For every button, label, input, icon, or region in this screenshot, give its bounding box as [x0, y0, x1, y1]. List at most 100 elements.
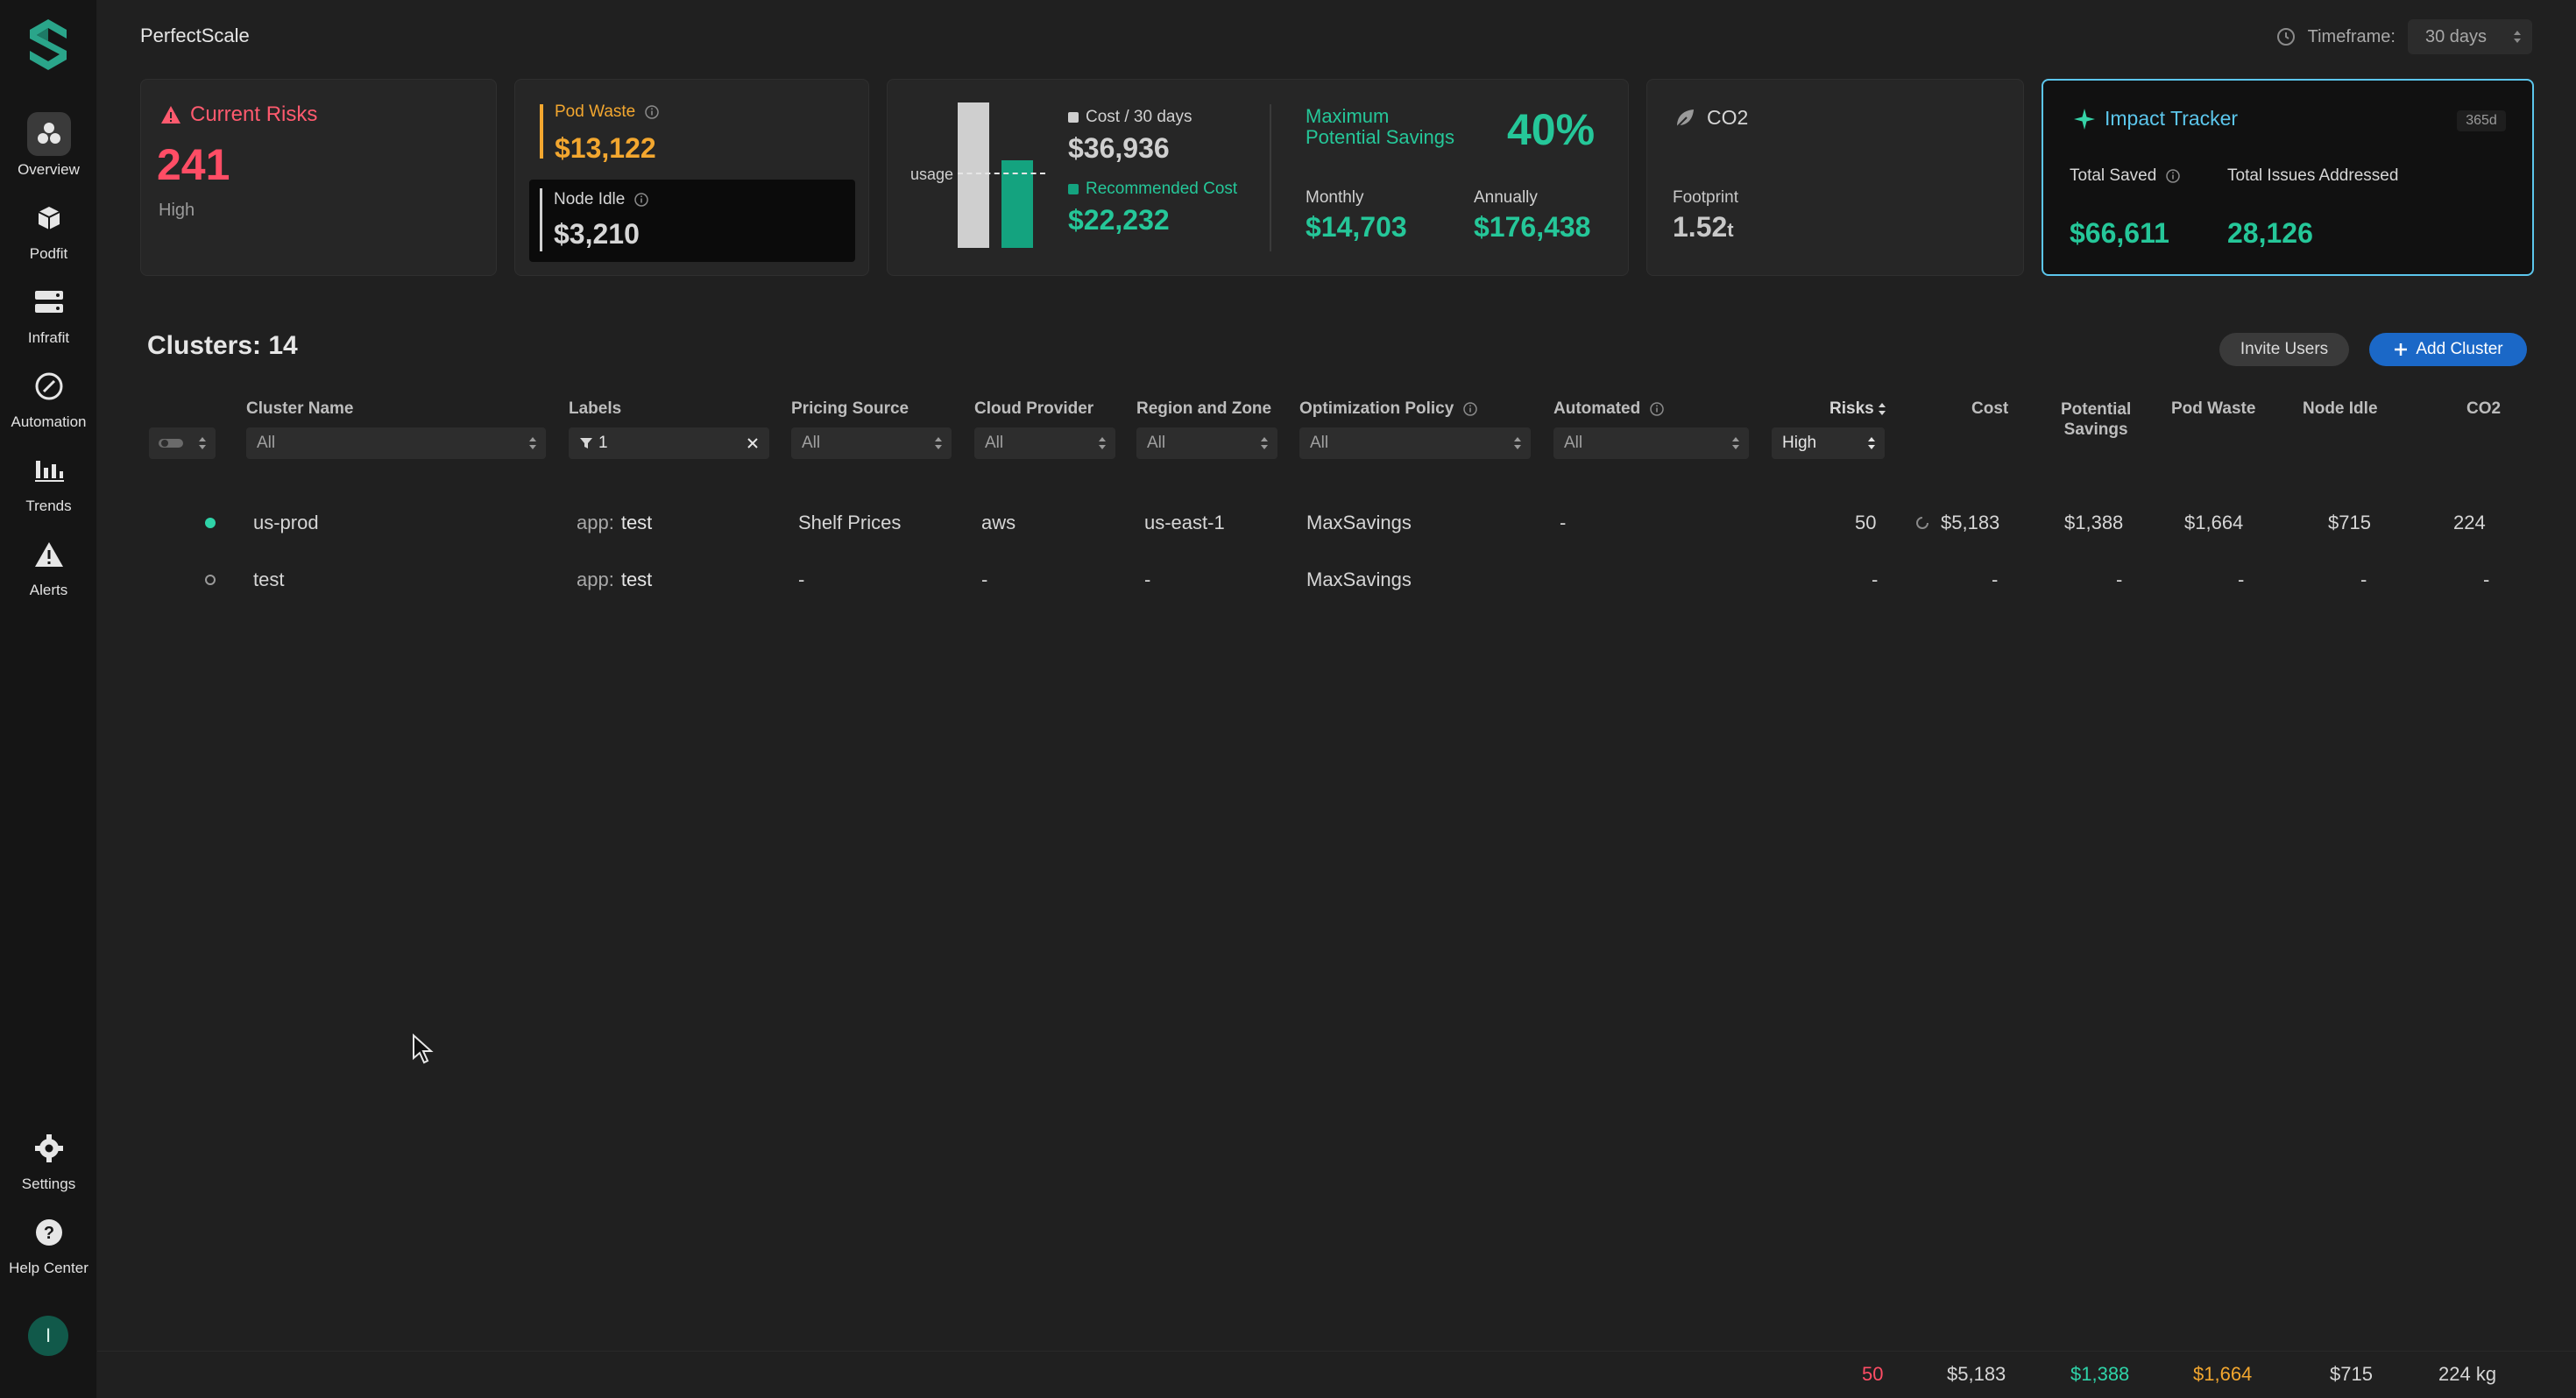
column-header-risks[interactable]: Risks — [1829, 399, 1886, 419]
cost: $5,183 — [1941, 512, 2000, 533]
sidebar-item-podfit[interactable]: Podfit — [0, 196, 97, 270]
column-header-savings[interactable]: Potential Savings — [2061, 399, 2131, 440]
toggle-icon — [159, 439, 183, 448]
sidebar-item-infrafit[interactable]: Infrafit — [0, 280, 97, 354]
table-row[interactable]: test app: test - - - MaxSavings - - - - -… — [147, 558, 2530, 602]
node-idle: - — [2360, 568, 2367, 590]
sort-arrows-icon — [1261, 437, 1268, 449]
total-co2: 224 kg — [2438, 1363, 2497, 1385]
automated-filter[interactable]: All — [1553, 427, 1749, 459]
table-row[interactable]: us-prod app: test Shelf Prices aws us-eas… — [147, 501, 2530, 545]
loading-spinner-icon — [1916, 517, 1928, 529]
optimization-policy-filter[interactable]: All — [1299, 427, 1531, 459]
cluster-labels: app: test — [577, 512, 652, 534]
region-filter[interactable]: All — [1136, 427, 1277, 459]
node-idle-value: $3,210 — [554, 218, 640, 250]
region: us-east-1 — [1144, 512, 1225, 533]
region: - — [1144, 568, 1151, 590]
info-icon[interactable] — [644, 104, 660, 120]
info-icon[interactable] — [2165, 168, 2181, 184]
info-icon[interactable] — [633, 192, 649, 208]
add-cluster-label: Add Cluster — [2416, 340, 2503, 358]
co2-card[interactable]: CO2 Footprint 1.52t — [1646, 79, 2024, 276]
total-node-idle: $715 — [2330, 1363, 2373, 1385]
column-header-automated[interactable]: Automated — [1553, 399, 1665, 419]
sidebar-item-alerts[interactable]: Alerts — [0, 533, 97, 606]
cost-value: $36,936 — [1068, 132, 1170, 164]
cost-savings-card[interactable]: usage Cost / 30 days $36,936 Recommended… — [887, 79, 1629, 276]
pricing-source: Shelf Prices — [798, 512, 902, 533]
sparkle-icon — [2074, 108, 2095, 130]
issues-addressed-value: 28,126 — [2227, 217, 2313, 249]
timeframe-select[interactable]: 30 days — [2408, 19, 2532, 54]
column-header-name[interactable]: Cluster Name — [246, 399, 354, 419]
bar-chart-icon — [27, 448, 71, 492]
current-risks-card[interactable]: Current Risks 241 High — [140, 79, 497, 276]
footprint-label: Footprint — [1673, 188, 1738, 207]
total-pod-waste: $1,664 — [2193, 1363, 2253, 1385]
sort-arrows-icon — [199, 437, 206, 449]
sort-arrows-icon — [1514, 437, 1521, 449]
column-header-co2[interactable]: CO2 — [2466, 399, 2501, 419]
cloud-provider: - — [981, 568, 988, 590]
warning-icon — [161, 106, 180, 124]
invite-users-button[interactable]: Invite Users — [2219, 333, 2349, 366]
labels-filter-count: 1 — [598, 434, 608, 452]
sidebar-label: Trends — [25, 498, 72, 514]
info-icon[interactable] — [1649, 401, 1665, 417]
gauge-icon — [27, 364, 71, 408]
risks-count[interactable]: 50 — [1855, 512, 1876, 534]
cluster-name[interactable]: us-prod — [253, 512, 319, 534]
column-header-pricing[interactable]: Pricing Source — [791, 399, 909, 419]
sort-arrows-icon — [1099, 437, 1106, 449]
column-header-labels[interactable]: Labels — [569, 399, 621, 419]
node-idle-panel[interactable]: Node Idle $3,210 — [529, 180, 855, 262]
row-toggle-filter[interactable] — [149, 427, 216, 459]
cube-icon — [27, 196, 71, 240]
sidebar-item-help[interactable]: ? Help Center — [0, 1211, 97, 1284]
pricing-source-filter[interactable]: All — [791, 427, 952, 459]
server-icon — [27, 280, 71, 324]
cluster-labels: app: test — [577, 568, 652, 591]
total-cost: $5,183 — [1947, 1363, 2006, 1385]
risks-filter[interactable]: High — [1772, 427, 1885, 459]
column-header-region[interactable]: Region and Zone — [1136, 399, 1271, 419]
add-cluster-button[interactable]: Add Cluster — [2369, 333, 2527, 366]
recommended-value: $22,232 — [1068, 204, 1170, 236]
label-key: app: — [577, 512, 614, 533]
sidebar-item-overview[interactable]: Overview — [0, 112, 97, 186]
impact-title: Impact Tracker — [2105, 107, 2239, 130]
sidebar-label: Help Center — [9, 1260, 88, 1276]
cloud-provider-filter[interactable]: All — [974, 427, 1115, 459]
perfectscale-logo[interactable] — [26, 18, 70, 70]
column-header-pod-waste[interactable]: Pod Waste — [2171, 399, 2255, 419]
cluster-name[interactable]: test — [253, 568, 284, 591]
potential-savings: $1,388 — [2064, 512, 2124, 533]
footprint-unit: t — [1727, 219, 1734, 241]
close-icon[interactable] — [747, 437, 759, 449]
column-header-cost[interactable]: Cost — [1971, 399, 2008, 419]
sidebar-item-trends[interactable]: Trends — [0, 448, 97, 522]
impact-period-badge[interactable]: 365d — [2457, 110, 2506, 131]
column-header-cloud[interactable]: Cloud Provider — [974, 399, 1093, 419]
user-avatar[interactable]: I — [28, 1316, 68, 1356]
sidebar-item-settings[interactable]: Settings — [0, 1126, 97, 1200]
sidebar-label: Infrafit — [27, 329, 70, 346]
sort-arrows-icon — [2514, 31, 2521, 43]
overview-icon — [26, 112, 71, 156]
filter-value: All — [1564, 434, 1583, 452]
cluster-name-filter[interactable]: All — [246, 427, 546, 459]
risks-level: High — [159, 201, 195, 220]
status-dot-active — [205, 518, 216, 528]
cloud-provider: aws — [981, 512, 1016, 533]
column-header-policy[interactable]: Optimization Policy — [1299, 399, 1478, 419]
info-icon[interactable] — [1462, 401, 1478, 417]
node-idle-label: Node Idle — [554, 190, 626, 208]
column-header-node-idle[interactable]: Node Idle — [2303, 399, 2378, 419]
cost-bar — [958, 102, 989, 248]
status-dot-inactive — [205, 575, 216, 585]
labels-filter[interactable]: 1 — [569, 427, 769, 459]
sidebar-item-automation[interactable]: Automation — [0, 364, 97, 438]
impact-tracker-card[interactable]: Impact Tracker 365d Total Saved $66,611 … — [2042, 79, 2534, 276]
waste-card[interactable]: Pod Waste $13,122 Node Idle $3,210 — [514, 79, 869, 276]
